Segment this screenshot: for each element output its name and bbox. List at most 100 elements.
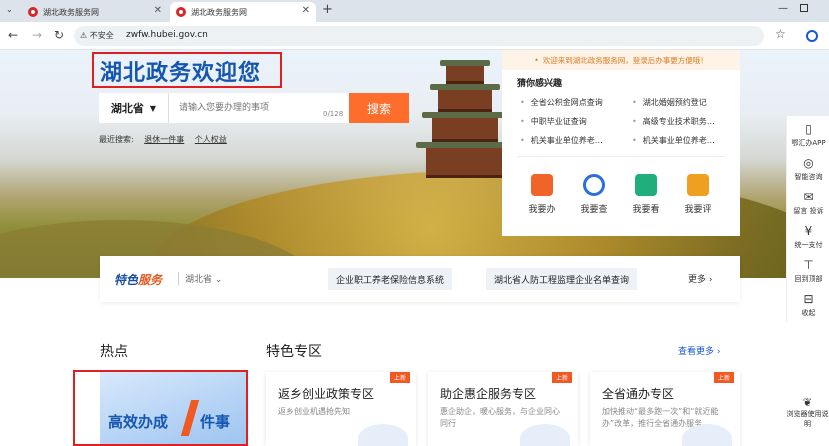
quick-action-query[interactable]: 我要查 (568, 174, 620, 215)
special-card[interactable]: 上新 全省通办专区 加快推动“最多跑一次”和“就近能办”改革，推行全省通办服务 (590, 372, 740, 446)
rail-label: 统一支付 (794, 241, 823, 249)
tab-title: 湖北政务服务网 (43, 7, 99, 17)
interest-heading: 猜你感兴趣 (517, 79, 563, 89)
page-title: 湖北政务欢迎您 (100, 61, 262, 86)
logo-text-b: 服务 (138, 273, 163, 287)
view-more-label: 查看更多 (678, 347, 715, 357)
interest-link[interactable]: 高级专业技术职务… (632, 116, 715, 127)
interest-link[interactable]: 机关事业单位养老… (632, 135, 715, 146)
interest-panel: • 欢迎来到湖北政务服务网，登录后办事更方便哦！ 猜你感兴趣 全省公积金网点查询… (502, 50, 740, 236)
feature-region-select[interactable]: 湖北省 ⌄ (178, 272, 222, 285)
leaf-icon: ❦ (802, 396, 813, 409)
card-decoration (682, 424, 732, 446)
special-card[interactable]: 上新 助企惠企服务专区 惠企助企，暖心服务，与企业同心同行 (428, 372, 578, 446)
profile-icon[interactable] (806, 30, 818, 42)
back-icon[interactable]: ← (8, 28, 18, 42)
search-button[interactable]: 搜索 (349, 93, 409, 123)
search-bar: 湖北省 ▼ 0/128 搜索 (99, 93, 409, 123)
special-card-title: 全省通办专区 (602, 387, 675, 401)
region-label: 湖北省 (110, 102, 144, 115)
apply-icon (531, 174, 553, 196)
region-select[interactable]: 湖北省 ▼ (99, 93, 169, 123)
rail-back-to-top[interactable]: ⊤ 回到顶部 (787, 258, 829, 284)
tab-close-icon[interactable]: ✕ (154, 5, 162, 16)
url-text[interactable]: zwfw.hubei.gov.cn (126, 30, 208, 40)
new-badge: 上新 (552, 372, 572, 383)
interest-link[interactable]: 中职毕业证查询 (520, 116, 587, 127)
rail-label: 留言 投诉 (793, 207, 824, 215)
query-icon (583, 174, 605, 196)
card-decoration (358, 424, 408, 446)
featured-services-logo: 特色服务 (114, 271, 162, 288)
quick-action-label: 我要看 (632, 205, 660, 215)
hot-highlight-box (73, 370, 248, 446)
more-label: 更多 (688, 275, 707, 285)
login-tip: • 欢迎来到湖北政务服务网，登录后办事更方便哦！ (502, 50, 740, 70)
feature-region-label: 湖北省 (185, 275, 213, 285)
quick-action-view[interactable]: 我要看 (620, 174, 672, 215)
tab-title: 湖北政务服务网 (191, 7, 247, 17)
quick-action-label: 我要查 (580, 205, 608, 215)
panel-divider (517, 156, 725, 157)
phone-icon: ▯ (805, 122, 812, 136)
window-minimize-icon[interactable]: — (778, 3, 788, 14)
insecure-indicator[interactable]: ⚠ 不安全 (80, 30, 114, 41)
omnibox[interactable]: ⚠ 不安全 zwfw.hubei.gov.cn (74, 26, 764, 46)
more-link[interactable]: 更多 › (688, 272, 713, 285)
hot-heading: 热点 (100, 344, 128, 360)
browser-tab[interactable]: 湖北政务服务网 ✕ (22, 2, 168, 22)
rail-chat[interactable]: ◎ 智能咨询 (787, 156, 829, 182)
payment-icon: ¥ (804, 224, 813, 238)
rail-label: 鄂汇办APP (791, 139, 826, 147)
browser-tab-bar: ⌄ 湖北政务服务网 ✕ 湖北政务服务网 ✕ + — (0, 0, 829, 22)
recent-searches: 最近搜索: 退休一件事 个人权益 (99, 134, 227, 145)
recent-search-link[interactable]: 退休一件事 (144, 135, 184, 144)
chat-icon: ◎ (803, 156, 814, 170)
quick-action-rate[interactable]: 我要评 (672, 174, 724, 215)
service-chip[interactable]: 湖北省人防工程监理企业名单查询 (486, 268, 638, 290)
logo-text-a: 特色 (114, 273, 139, 287)
browser-tab-active[interactable]: 湖北政务服务网 ✕ (170, 2, 316, 22)
card-decoration (520, 424, 570, 446)
caret-down-icon: ▼ (149, 103, 157, 113)
forward-icon[interactable]: → (32, 28, 42, 42)
chevron-right-icon: › (716, 347, 721, 357)
site-favicon-icon (28, 7, 38, 17)
special-card-title: 助企惠企服务专区 (440, 387, 537, 401)
quick-action-label: 我要办 (528, 205, 556, 215)
interest-link[interactable]: 机关事业单位养老… (520, 135, 603, 146)
special-heading: 特色专区 (266, 344, 322, 360)
special-card[interactable]: 上新 返乡创业政策专区 返乡创业机遇抢先知 (266, 372, 416, 446)
rail-collapse[interactable]: ⊟ 收起 (787, 292, 829, 318)
reload-icon[interactable]: ↻ (54, 28, 64, 42)
new-badge: 上新 (714, 372, 734, 383)
back-to-top-icon: ⊤ (803, 258, 814, 272)
quick-action-label: 我要评 (684, 205, 712, 215)
window-maximize-icon[interactable] (800, 4, 808, 12)
new-tab-icon[interactable]: + (322, 2, 333, 17)
insecure-label: 不安全 (89, 31, 114, 40)
message-icon: ✉ (803, 190, 814, 204)
rail-message[interactable]: ✉ 留言 投诉 (787, 190, 829, 216)
char-count: 0/128 (323, 110, 344, 118)
new-badge: 上新 (390, 372, 410, 383)
service-chip[interactable]: 企业职工养老保险信息系统 (328, 268, 453, 290)
site-favicon-icon (176, 7, 186, 17)
view-more-link[interactable]: 查看更多 › (678, 344, 721, 357)
browser-help[interactable]: ❦ 浏览器使用说明 (786, 396, 829, 429)
browser-help-label: 浏览器使用说明 (786, 410, 829, 428)
rail-payment[interactable]: ¥ 统一支付 (787, 224, 829, 250)
collapse-icon: ⊟ (803, 292, 814, 306)
recent-search-link[interactable]: 个人权益 (195, 135, 227, 144)
quick-action-apply[interactable]: 我要办 (516, 174, 568, 215)
bookmark-star-icon[interactable]: ☆ (775, 27, 786, 41)
rail-label: 收起 (801, 309, 816, 317)
tab-close-icon[interactable]: ✕ (302, 5, 310, 16)
rail-app[interactable]: ▯ 鄂汇办APP (787, 122, 829, 148)
rail-label: 智能咨询 (794, 173, 823, 181)
interest-link[interactable]: 全省公积金网点查询 (520, 97, 603, 108)
interest-link[interactable]: 湖北婚姻预约登记 (632, 97, 707, 108)
search-input[interactable] (173, 93, 343, 123)
recent-label: 最近搜索: (99, 135, 134, 144)
tab-search-icon[interactable]: ⌄ (6, 5, 13, 14)
